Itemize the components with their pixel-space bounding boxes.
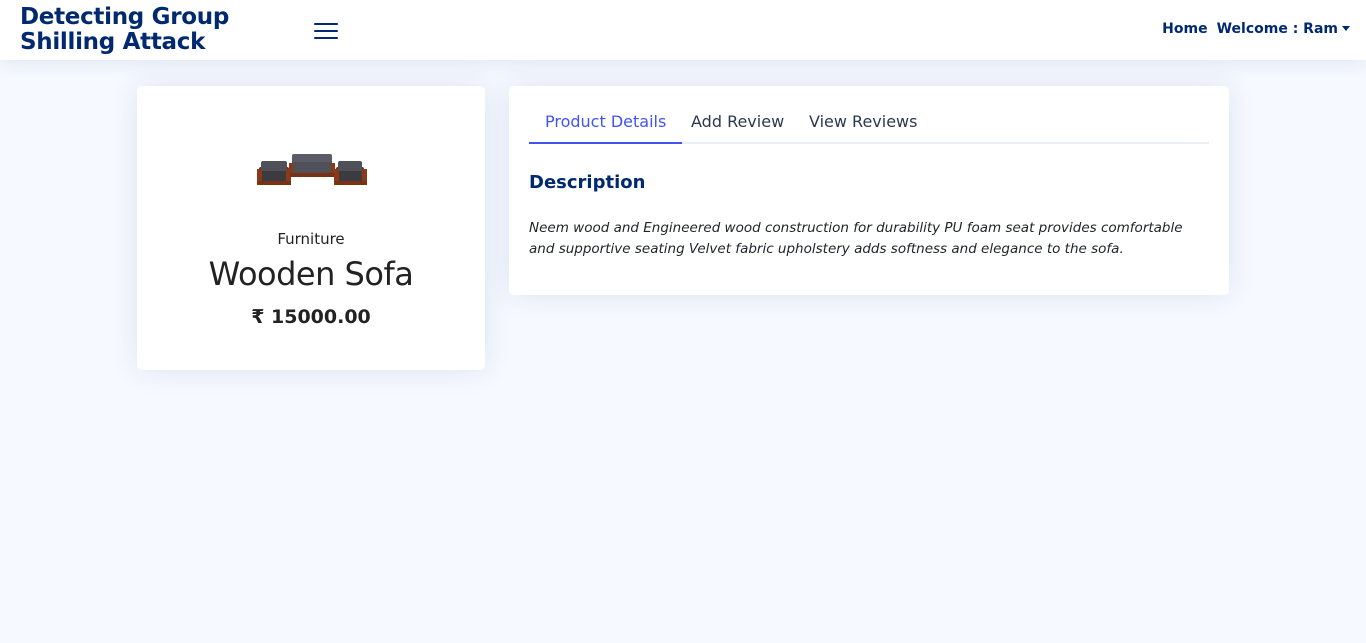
header-nav: Home Welcome : Ram [1162, 21, 1350, 37]
top-header: Detecting Group Shilling Attack Home Wel… [0, 0, 1366, 60]
tab-product-details[interactable]: Product Details [529, 110, 683, 144]
user-welcome-label: Welcome : Ram [1216, 21, 1338, 37]
hamburger-menu-icon[interactable] [314, 21, 338, 41]
product-name: Wooden Sofa [208, 255, 414, 293]
description-text: Neem wood and Engineered wood constructi… [529, 220, 1183, 257]
product-category: Furniture [277, 230, 345, 248]
description-heading: Description [529, 172, 646, 193]
tab-view-reviews[interactable]: View Reviews [793, 110, 933, 144]
site-logo[interactable]: Detecting Group Shilling Attack [20, 5, 229, 55]
wooden-sofa-set-image [257, 154, 367, 185]
user-dropdown[interactable]: Welcome : Ram [1217, 21, 1350, 37]
logo-line-2: Shilling Attack [20, 29, 206, 55]
product-price: ₹ 15000.00 [251, 306, 371, 328]
tab-add-review[interactable]: Add Review [675, 110, 800, 144]
logo-line-1: Detecting Group [20, 4, 230, 30]
nav-home-link[interactable]: Home [1162, 21, 1207, 37]
caret-down-icon [1342, 25, 1350, 31]
details-tabs: Product Details Add Review View Reviews [529, 110, 1209, 144]
